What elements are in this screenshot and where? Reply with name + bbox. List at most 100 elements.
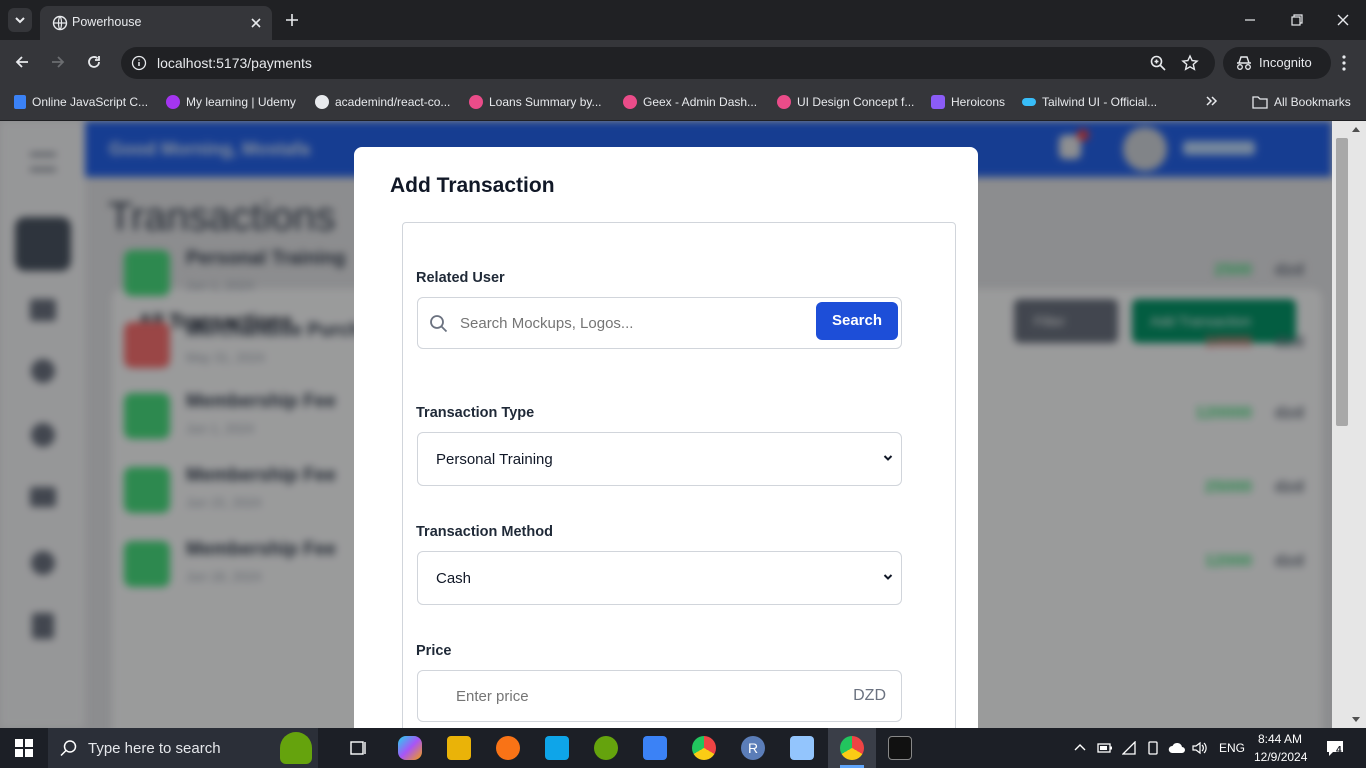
copilot-icon[interactable]	[398, 736, 422, 760]
search-highlight-icon	[280, 732, 312, 764]
bookmark-item[interactable]: Online JavaScript C...	[14, 92, 148, 112]
zoom-icon[interactable]	[1149, 54, 1167, 72]
chevron-up-icon[interactable]	[1073, 741, 1087, 755]
bookmark-label: academind/react-co...	[335, 95, 451, 109]
chat-icon	[1327, 741, 1343, 756]
scrollbar-thumb[interactable]	[1336, 138, 1348, 426]
browser-tab[interactable]: Powerhouse	[40, 6, 272, 40]
task-view-icon[interactable]	[350, 739, 368, 757]
forward-icon[interactable]	[48, 52, 68, 72]
phone-link-icon[interactable]	[1146, 741, 1160, 755]
app-icon[interactable]	[643, 736, 667, 760]
incognito-icon	[1237, 56, 1251, 70]
dribbble-icon	[469, 95, 483, 109]
page-viewport: Good Morning, Mostafa Transactions All T…	[0, 121, 1332, 728]
close-icon[interactable]	[248, 15, 264, 31]
search-button-label: Search	[831, 312, 883, 329]
scroll-up-icon[interactable]	[1351, 125, 1361, 133]
dribbble-icon	[623, 95, 637, 109]
bookmark-item[interactable]: Heroicons	[931, 92, 1005, 112]
chrome-incognito-icon	[840, 736, 864, 760]
app-icon[interactable]	[594, 736, 618, 760]
tab-strip: Powerhouse	[0, 0, 1366, 40]
bookmark-favicon-icon	[14, 95, 26, 109]
minimize-icon[interactable]	[1242, 12, 1258, 28]
url-text: localhost:5173/payments	[157, 55, 312, 71]
taskbar: Type here to search	[0, 728, 1366, 768]
bookmark-label: Heroicons	[951, 95, 1006, 109]
bookmark-item[interactable]: Loans Summary by...	[469, 92, 602, 112]
more-bookmarks-icon[interactable]	[1204, 93, 1220, 109]
currency-label: DZD	[853, 687, 886, 704]
language-indicator[interactable]: ENG	[1219, 741, 1245, 755]
page-scrollbar[interactable]	[1332, 121, 1366, 728]
folder-icon	[1252, 96, 1268, 109]
transaction-type-select[interactable]: Personal Training	[417, 432, 902, 486]
clock-time[interactable]: 8:44 AM	[1258, 732, 1302, 746]
new-tab-icon[interactable]	[282, 10, 302, 30]
file-explorer-icon[interactable]	[447, 736, 471, 760]
bookmark-item[interactable]: academind/react-co...	[315, 92, 450, 112]
search-input[interactable]	[460, 310, 810, 336]
udemy-icon	[166, 95, 180, 109]
cloud-icon[interactable]	[1168, 741, 1186, 755]
reload-icon[interactable]	[84, 52, 104, 72]
back-icon[interactable]	[12, 52, 32, 72]
transaction-type-value: Personal Training	[436, 451, 553, 468]
price-field: DZD	[417, 670, 902, 722]
restore-icon[interactable]	[1289, 12, 1305, 28]
bookmark-item[interactable]: Geex - Admin Dash...	[623, 92, 757, 112]
vscode-icon[interactable]	[545, 736, 569, 760]
bookmark-label: Geex - Admin Dash...	[643, 95, 758, 109]
terminal-icon[interactable]	[888, 736, 912, 760]
github-icon	[315, 95, 329, 109]
address-bar[interactable]: localhost:5173/payments	[121, 47, 1215, 79]
user-search-field: Search	[417, 297, 902, 349]
related-user-label: Related User	[416, 270, 505, 286]
bookmark-label: Loans Summary by...	[489, 95, 602, 109]
incognito-indicator[interactable]: Incognito	[1223, 47, 1331, 79]
heroicons-icon	[931, 95, 945, 109]
dribbble-icon	[777, 95, 791, 109]
transaction-type-label: Transaction Type	[416, 405, 535, 421]
bookmark-item[interactable]: Tailwind UI - Official...	[1022, 92, 1157, 112]
window-close-icon[interactable]	[1335, 12, 1351, 28]
taskbar-search-placeholder: Type here to search	[88, 740, 221, 757]
postman-icon[interactable]	[496, 736, 520, 760]
volume-icon[interactable]	[1192, 741, 1208, 755]
chevron-down-icon	[15, 17, 25, 24]
windows-start-icon[interactable]	[15, 739, 33, 757]
site-info-icon[interactable]	[131, 55, 147, 71]
search-icon	[430, 315, 448, 333]
bookmark-label: UI Design Concept f...	[797, 95, 915, 109]
taskbar-search[interactable]: Type here to search	[48, 728, 318, 768]
tab-title: Powerhouse	[72, 15, 142, 29]
battery-icon[interactable]	[1097, 741, 1113, 755]
app-icon[interactable]	[790, 736, 814, 760]
globe-icon	[52, 15, 68, 31]
tab-search-button[interactable]	[8, 8, 32, 32]
transaction-method-value: Cash	[436, 570, 472, 587]
wifi-icon[interactable]	[1122, 741, 1138, 755]
menu-icon[interactable]	[1336, 54, 1352, 72]
clock-date[interactable]: 12/9/2024	[1254, 750, 1307, 764]
transaction-method-label: Transaction Method	[416, 524, 553, 540]
price-input[interactable]	[456, 683, 836, 709]
all-bookmarks-label: All Bookmarks	[1274, 95, 1351, 109]
scroll-down-icon[interactable]	[1351, 716, 1361, 724]
r-icon[interactable]: R	[741, 736, 765, 760]
bookmark-item[interactable]: My learning | Udemy	[166, 92, 296, 112]
search-button[interactable]: Search	[816, 302, 898, 340]
add-transaction-modal: Add Transaction Related User Search Tran…	[354, 147, 978, 728]
star-icon[interactable]	[1181, 54, 1199, 72]
bookmark-item[interactable]: UI Design Concept f...	[777, 92, 914, 112]
chevron-down-icon	[883, 574, 893, 580]
chrome-icon[interactable]	[692, 736, 716, 760]
all-bookmarks[interactable]: All Bookmarks	[1252, 92, 1351, 112]
bookmark-label: My learning | Udemy	[186, 95, 296, 109]
bookmark-label: Tailwind UI - Official...	[1042, 95, 1158, 109]
notifications-button[interactable]: 4	[1325, 739, 1347, 759]
notification-count: 4	[1336, 745, 1342, 756]
transaction-method-select[interactable]: Cash	[417, 551, 902, 605]
search-icon	[60, 740, 77, 757]
